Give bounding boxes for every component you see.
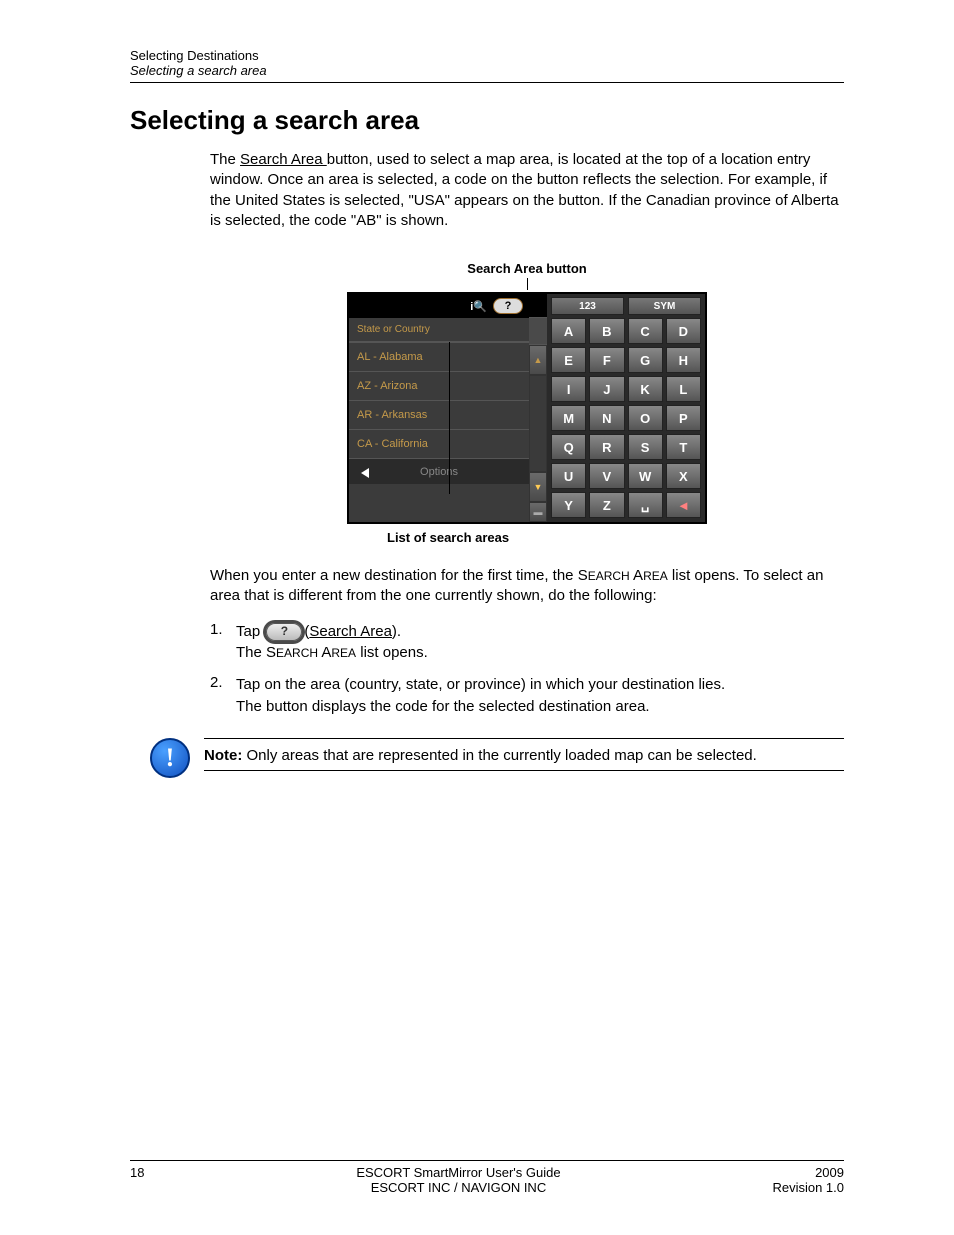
list-item[interactable]: AZ - Arizona (349, 371, 529, 400)
para-instructions: When you enter a new destination for the… (210, 566, 844, 607)
key[interactable]: U (551, 463, 586, 489)
key[interactable]: Z (589, 492, 624, 518)
page-number: 18 (130, 1165, 144, 1195)
keyboard-grid: A B C D E F G H I J K L M N O (551, 318, 701, 518)
key[interactable]: Y (551, 492, 586, 518)
footer-title: ESCORT SmartMirror User's Guide (144, 1165, 772, 1180)
footer-rule (130, 1160, 844, 1161)
key[interactable]: K (628, 376, 663, 402)
note-text: Note: Only areas that are represented in… (204, 747, 844, 764)
inline-search-area-icon: ? (266, 623, 302, 641)
key[interactable]: P (666, 405, 701, 431)
search-input[interactable]: State or Country (349, 318, 529, 342)
key[interactable]: V (589, 463, 624, 489)
note-block: ! Note: Only areas that are represented … (210, 732, 844, 779)
scroll-track[interactable] (529, 375, 547, 472)
scroll-down-icon[interactable]: ▼ (529, 472, 547, 502)
search-area-link-2[interactable]: Search Area (309, 623, 392, 640)
mode-sym-button[interactable]: SYM (628, 297, 701, 315)
key[interactable]: S (628, 434, 663, 460)
header-rule (130, 82, 844, 83)
page-footer: 18 ESCORT SmartMirror User's Guide ESCOR… (130, 1160, 844, 1195)
key[interactable]: H (666, 347, 701, 373)
header-line1: Selecting Destinations (130, 48, 844, 63)
scroll-handle-icon[interactable]: ▬ (529, 502, 547, 522)
key[interactable]: M (551, 405, 586, 431)
callout-pointer-top (527, 278, 528, 290)
key[interactable]: W (628, 463, 663, 489)
search-area-link[interactable]: Search Area (240, 151, 327, 168)
footer-year: 2009 (772, 1165, 844, 1180)
info-icon: ! (150, 738, 190, 778)
key[interactable]: B (589, 318, 624, 344)
key[interactable]: A (551, 318, 586, 344)
note-rule-top (204, 738, 844, 739)
key[interactable]: E (551, 347, 586, 373)
key[interactable]: L (666, 376, 701, 402)
intro-paragraph: The Search Area button, used to select a… (210, 150, 844, 231)
key[interactable]: J (589, 376, 624, 402)
step-number: 1. (210, 621, 236, 665)
step-number: 2. (210, 674, 236, 718)
key[interactable]: D (666, 318, 701, 344)
key[interactable]: T (666, 434, 701, 460)
options-label[interactable]: Options (420, 466, 458, 478)
header-line2: Selecting a search area (130, 63, 844, 78)
scroll-column: ▲ ▼ ▬ (529, 294, 547, 522)
list-item[interactable]: CA - California (349, 429, 529, 458)
back-icon[interactable] (361, 468, 369, 478)
footer-revision: Revision 1.0 (772, 1180, 844, 1195)
key[interactable]: X (666, 463, 701, 489)
callout-list-of-areas: List of search areas (387, 530, 707, 545)
note-rule-bottom (204, 770, 844, 771)
step-list: 1. Tap ?(Search Area). The SEARCH AREA l… (210, 621, 844, 718)
device-top-bar: i🔍 ? (349, 294, 529, 318)
key[interactable]: Q (551, 434, 586, 460)
keyboard-pane: 123 SYM A B C D E F G H I J K (547, 294, 705, 522)
mode-123-button[interactable]: 123 (551, 297, 624, 315)
running-header: Selecting Destinations Selecting a searc… (130, 48, 844, 78)
callout-search-area-button: Search Area button (347, 261, 707, 276)
magnifier-icon: i🔍 (470, 300, 487, 313)
page-title: Selecting a search area (130, 105, 844, 136)
device-screenshot: i🔍 ? State or Country AL - Alabama AZ - … (347, 292, 707, 524)
key[interactable]: N (589, 405, 624, 431)
space-key[interactable]: ␣ (628, 492, 663, 518)
key[interactable]: I (551, 376, 586, 402)
key[interactable]: C (628, 318, 663, 344)
step-1: Tap ?(Search Area). The SEARCH AREA list… (236, 621, 844, 665)
step-2: Tap on the area (country, state, or prov… (236, 674, 844, 718)
key[interactable]: R (589, 434, 624, 460)
backspace-key[interactable]: ◄ (666, 492, 701, 518)
scroll-up-icon[interactable]: ▲ (529, 345, 547, 375)
key[interactable]: O (628, 405, 663, 431)
list-item[interactable]: AL - Alabama (349, 342, 529, 371)
key[interactable]: F (589, 347, 624, 373)
figure: Search Area button i🔍 ? State or Country… (210, 261, 844, 546)
key[interactable]: G (628, 347, 663, 373)
search-area-button[interactable]: ? (493, 298, 523, 314)
options-bar: Options (349, 458, 529, 484)
list-item[interactable]: AR - Arkansas (349, 400, 529, 429)
footer-company: ESCORT INC / NAVIGON INC (144, 1180, 772, 1195)
callout-pointer-list (449, 342, 450, 494)
